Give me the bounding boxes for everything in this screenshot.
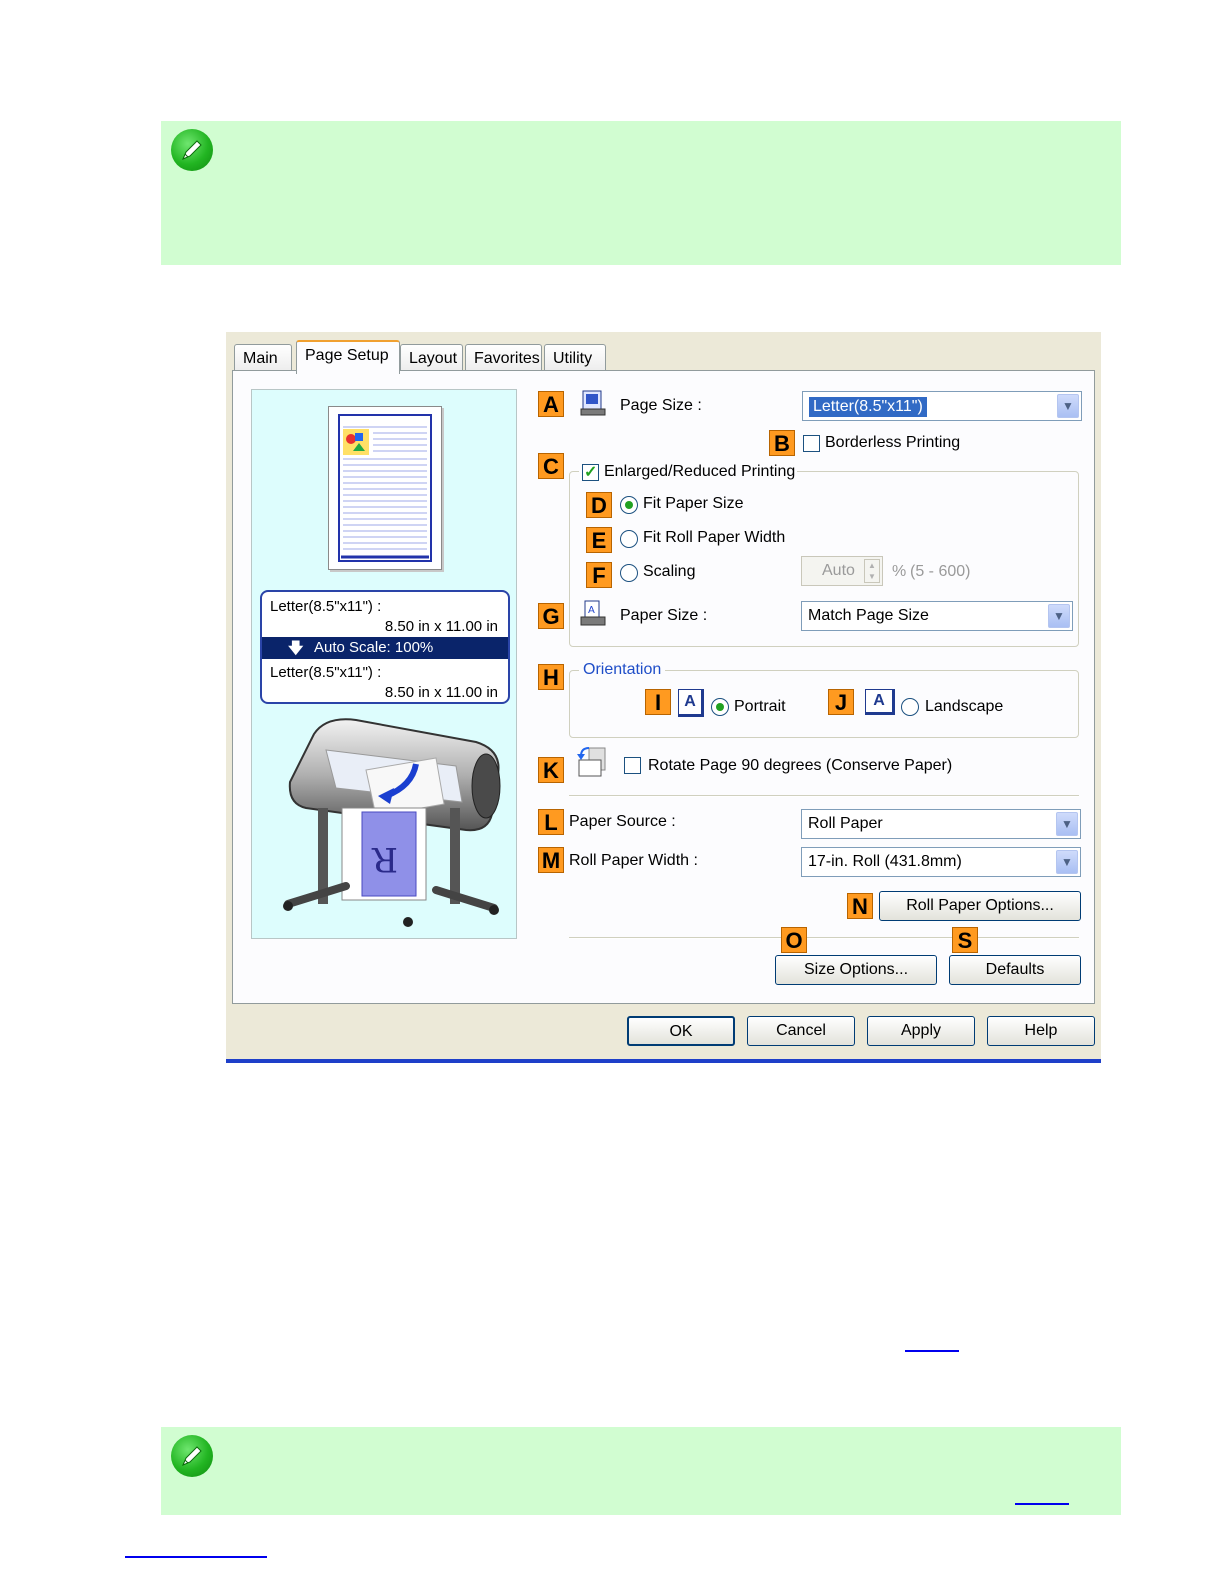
navigation-link[interactable] <box>125 1556 267 1558</box>
page-setup-panel: Letter(8.5"x11") : 8.50 in x 11.00 in 🡇 … <box>232 370 1095 1004</box>
auto-scale-label: Auto Scale: 100% <box>314 639 434 656</box>
rotate-page-checkbox[interactable] <box>624 757 641 774</box>
info-output-dimensions: 8.50 in x 11.00 in <box>384 684 498 701</box>
fit-roll-width-radio[interactable] <box>620 530 638 548</box>
tab-main[interactable]: Main <box>234 344 292 372</box>
callout-i: I <box>645 689 671 715</box>
rotate-page-icon <box>575 744 609 780</box>
callout-m: M <box>538 847 564 873</box>
fit-roll-width-label: Fit Roll Paper Width <box>643 529 786 546</box>
page-size-label: Page Size : <box>620 397 702 414</box>
separator-line <box>569 795 1079 797</box>
page-size-icon <box>579 389 607 417</box>
chevron-down-icon[interactable]: ▼ <box>1056 812 1078 836</box>
enlarged-checkbox[interactable] <box>582 462 599 482</box>
portrait-radio[interactable] <box>711 698 729 716</box>
print-preview-pane: Letter(8.5"x11") : 8.50 in x 11.00 in 🡇 … <box>251 389 517 939</box>
cancel-button[interactable]: Cancel <box>747 1016 855 1046</box>
printer-illustration: R <box>283 718 501 927</box>
landscape-icon: A <box>865 689 895 715</box>
pencil-note-icon <box>171 129 213 171</box>
fit-paper-size-label: Fit Paper Size <box>643 495 744 512</box>
paper-size-icon: A <box>579 599 607 627</box>
paper-size-dropdown[interactable]: Match Page Size ▼ <box>801 601 1073 631</box>
note-box-top <box>161 121 1121 265</box>
help-button[interactable]: Help <box>987 1016 1095 1046</box>
svg-text:R: R <box>371 839 398 879</box>
callout-j: J <box>828 689 854 715</box>
callout-a: A <box>538 391 564 417</box>
arrow-down-icon: 🡇 <box>288 640 304 657</box>
printer-properties-dialog: Main Page Setup Layout Favorites Utility <box>226 332 1101 1063</box>
callout-o: O <box>781 927 807 953</box>
auto-scale-bar: 🡇 Auto Scale: 100% <box>262 637 508 659</box>
tab-page-setup[interactable]: Page Setup <box>296 340 400 374</box>
scaling-value: Auto <box>822 562 855 579</box>
scaling-label: Scaling <box>643 563 696 580</box>
paper-source-value: Roll Paper <box>808 815 883 832</box>
tab-layout[interactable]: Layout <box>400 344 463 372</box>
borderless-checkbox[interactable] <box>803 435 820 452</box>
chevron-down-icon[interactable]: ▼ <box>1048 604 1070 628</box>
portrait-icon: A <box>678 689 704 717</box>
roll-width-label: Roll Paper Width : <box>569 852 698 869</box>
callout-b: B <box>769 430 795 456</box>
scaling-radio[interactable] <box>620 564 638 582</box>
info-original-size: Letter(8.5"x11") : <box>270 598 382 615</box>
paper-info-box: Letter(8.5"x11") : 8.50 in x 11.00 in 🡇 … <box>260 590 510 704</box>
portrait-label: Portrait <box>734 698 786 715</box>
ok-button[interactable]: OK <box>627 1016 735 1046</box>
callout-n: N <box>847 893 873 919</box>
paper-size-value: Match Page Size <box>808 607 929 624</box>
callout-d: D <box>586 492 612 518</box>
size-options-button[interactable]: Size Options... <box>775 955 937 985</box>
roll-width-dropdown[interactable]: 17-in. Roll (431.8mm) ▼ <box>801 847 1081 877</box>
paper-source-dropdown[interactable]: Roll Paper ▼ <box>801 809 1081 839</box>
callout-l: L <box>538 809 564 835</box>
tab-utility[interactable]: Utility <box>544 344 606 372</box>
landscape-label: Landscape <box>925 698 1004 715</box>
callout-s: S <box>952 927 978 953</box>
callout-h: H <box>538 664 564 690</box>
note-page-reference-link[interactable] <box>1015 1503 1069 1505</box>
borderless-label: Borderless Printing <box>825 434 961 451</box>
chevron-down-icon[interactable]: ▼ <box>1056 850 1078 874</box>
scaling-range: (5 - 600) <box>910 563 971 580</box>
callout-c: C <box>538 453 564 479</box>
callout-e: E <box>586 527 612 553</box>
callout-f: F <box>586 562 612 588</box>
page-size-value: Letter(8.5"x11") <box>809 397 927 417</box>
scaling-spinner[interactable]: Auto ▲ ▼ <box>801 556 883 586</box>
callout-k: K <box>538 757 564 783</box>
defaults-button[interactable]: Defaults <box>949 955 1081 985</box>
svg-text:A: A <box>588 605 595 616</box>
enlarged-label: Enlarged/Reduced Printing <box>604 463 796 480</box>
tab-favorites[interactable]: Favorites <box>465 344 542 372</box>
separator-line <box>569 937 1079 939</box>
page-thumbnail-graphic <box>338 414 432 562</box>
apply-button[interactable]: Apply <box>867 1016 975 1046</box>
info-original-dimensions: 8.50 in x 11.00 in <box>384 618 498 635</box>
roll-paper-options-button[interactable]: Roll Paper Options... <box>879 891 1081 921</box>
orientation-title: Orientation <box>579 661 666 679</box>
landscape-radio[interactable] <box>901 698 919 716</box>
roll-width-value: 17-in. Roll (431.8mm) <box>808 853 962 870</box>
paper-source-label: Paper Source : <box>569 813 676 830</box>
pencil-note-icon <box>171 1435 213 1477</box>
page-thumbnail <box>328 406 442 570</box>
callout-g: G <box>538 603 564 629</box>
rotate-page-label: Rotate Page 90 degrees (Conserve Paper) <box>648 757 953 774</box>
page-size-dropdown[interactable]: Letter(8.5"x11") ▼ <box>802 391 1082 421</box>
scaling-unit: % <box>892 563 907 580</box>
fit-paper-size-radio[interactable] <box>620 496 638 514</box>
spinner-arrows-icon[interactable]: ▲ ▼ <box>864 559 880 583</box>
page-reference-link[interactable] <box>905 1350 959 1352</box>
chevron-down-icon[interactable]: ▼ <box>1057 394 1079 418</box>
paper-size-label: Paper Size : <box>620 607 708 624</box>
info-output-size: Letter(8.5"x11") : <box>270 664 382 681</box>
note-box-bottom <box>161 1427 1121 1515</box>
